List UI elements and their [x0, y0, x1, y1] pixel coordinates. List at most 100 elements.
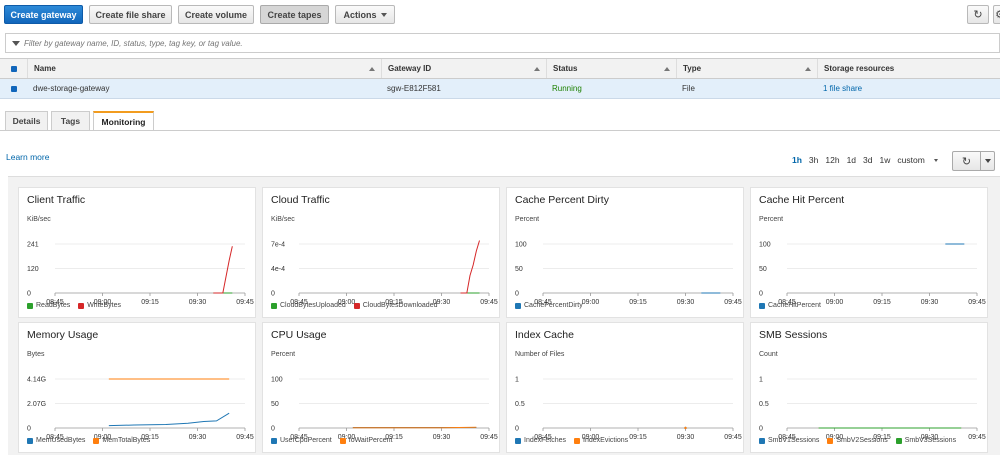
y-tick-label: 2.07G — [27, 401, 46, 408]
legend-label: MemTotalBytes — [102, 437, 151, 444]
refresh-icon[interactable]: ↻ — [953, 152, 981, 170]
column-header-type[interactable]: Type — [676, 59, 817, 78]
y-tick-label: 0.5 — [515, 401, 525, 408]
chart-panel-cache-percent-dirty[interactable]: Cache Percent Dirty Percent 100 50 0 08:45 09:… — [506, 187, 744, 318]
range-3d[interactable]: 3d — [863, 155, 872, 165]
y-tick-label: 50 — [515, 266, 523, 273]
y-axis-unit: Percent — [759, 216, 783, 223]
legend-label: SmbV2Sessions — [836, 437, 888, 444]
range-3h[interactable]: 3h — [809, 155, 818, 165]
legend-item-memtotalbytes[interactable]: MemTotalBytes — [93, 437, 150, 444]
legend-label: UserCpuPercent — [280, 437, 332, 444]
range-1w[interactable]: 1w — [880, 155, 891, 165]
sort-icon — [805, 67, 811, 71]
legend-item-cloudbytesdownloaded[interactable]: CloudBytesDownloaded — [353, 302, 438, 309]
legend-label: WriteBytes — [87, 302, 121, 309]
legend-item-indexevictions[interactable]: IndexEvictions — [574, 437, 628, 444]
legend-swatch — [515, 302, 521, 309]
y-axis-unit: KiB/sec — [27, 216, 51, 223]
chart-legend: SmbV1Sessions SmbV2Sessions SmbV3Sessions — [759, 437, 964, 444]
legend-item-smbv3sessions[interactable]: SmbV3Sessions — [895, 437, 956, 444]
legend-item-iowaitpercent[interactable]: IoWaitPercent — [339, 437, 392, 444]
tab-tags[interactable]: Tags — [51, 111, 90, 130]
column-label: Name — [34, 64, 56, 73]
checkbox-icon — [10, 65, 17, 72]
sort-icon — [664, 67, 670, 71]
refresh-icon[interactable]: ↻ — [967, 5, 989, 24]
legend-item-cloudbytesuploaded[interactable]: CloudBytesUploaded — [271, 302, 346, 309]
chart-panel-cpu-usage[interactable]: CPU Usage Percent 100 50 0 08:45 09:00 09:15 09:… — [262, 322, 500, 453]
y-tick-label: 0 — [271, 291, 275, 298]
column-header-storage-resources[interactable]: Storage resources — [817, 59, 1000, 78]
table-row[interactable]: dwe-storage-gateway sgw-E812F581 Running… — [0, 79, 1000, 99]
y-axis-unit: Percent — [271, 351, 295, 358]
create-volume-button[interactable]: Create volume — [178, 5, 254, 24]
create-gateway-button[interactable]: Create gateway — [4, 5, 83, 24]
create-file-share-button[interactable]: Create file share — [89, 5, 172, 24]
series-memusedbytes — [108, 412, 230, 427]
y-axis-unit: Percent — [515, 216, 539, 223]
chart-svg: Count10.5008:45 09:00 09:15 09:30 09:45 — [759, 351, 986, 441]
x-tick-label: 09:45 — [236, 299, 254, 306]
x-tick-label: 09:45 — [968, 434, 986, 441]
y-tick-label: 0 — [759, 291, 763, 298]
range-12h[interactable]: 12h — [825, 155, 839, 165]
legend-item-readbytes[interactable]: ReadBytes — [27, 302, 70, 309]
y-tick-label: 120 — [27, 266, 39, 273]
y-axis-unit: KiB/sec — [271, 216, 295, 223]
actions-dropdown[interactable]: Actions — [335, 5, 395, 24]
legend-item-smbv2sessions[interactable]: SmbV2Sessions — [827, 437, 888, 444]
chart-svg: Percent10050008:45 09:00 09:15 09:30 09:45 — [759, 216, 986, 306]
chart-panel-client-traffic[interactable]: Client Traffic KiB/sec 241 120 0 08:45 09:00 09… — [18, 187, 256, 318]
row-checkbox[interactable] — [0, 79, 27, 98]
y-tick-label: 50 — [271, 401, 279, 408]
column-header-status[interactable]: Status — [546, 59, 676, 78]
select-all-checkbox[interactable] — [0, 59, 27, 78]
tab-monitoring[interactable]: Monitoring — [93, 111, 154, 131]
x-tick-label: 09:45 — [724, 434, 742, 441]
legend-label: CachePercentDirty — [524, 302, 583, 309]
y-tick-label: 0 — [271, 426, 275, 433]
column-header-name[interactable]: Name — [27, 59, 381, 78]
legend-item-cachepercentdirty[interactable]: CachePercentDirty — [515, 302, 583, 309]
refresh-options-dropdown[interactable] — [981, 152, 994, 170]
sort-icon — [534, 67, 540, 71]
legend-label: CloudBytesDownloaded — [362, 302, 438, 309]
legend-item-writebytes[interactable]: WriteBytes — [78, 302, 121, 309]
legend-label: ReadBytes — [36, 302, 71, 309]
filter-input[interactable] — [24, 38, 624, 48]
y-tick-label: 50 — [759, 266, 767, 273]
legend-item-memusedbytes[interactable]: MemUsedBytes — [27, 437, 85, 444]
filter-icon — [12, 40, 20, 46]
chart-panel-memory-usage[interactable]: Memory Usage Bytes 4.14G 2.07G 0 08:45 09:00 09… — [18, 322, 256, 453]
x-tick-label: 09:30 — [189, 299, 207, 306]
x-tick-label: 09:30 — [433, 434, 451, 441]
y-axis-unit: Bytes — [27, 351, 45, 358]
chart-panel-cloud-traffic[interactable]: Cloud Traffic KiB/sec 7e-4 4e-4 0 08:45 09:00 0… — [262, 187, 500, 318]
series-indexevictions — [684, 426, 687, 430]
tab-details[interactable]: Details — [5, 111, 48, 130]
chart-panel-index-cache[interactable]: Index Cache Number of Files 1 0.5 0 08:45 09:0… — [506, 322, 744, 453]
legend-item-usercpupercent[interactable]: UserCpuPercent — [271, 437, 332, 444]
legend-swatch — [271, 302, 277, 309]
legend-item-indexfetches[interactable]: IndexFetches — [515, 437, 566, 444]
chart-panel-smb-sessions[interactable]: SMB Sessions Count 1 0.5 0 08:45 09:00 09:15 09:… — [750, 322, 988, 453]
legend-label: SmbV1Sessions — [768, 437, 820, 444]
legend-item-cachehitpercent[interactable]: CacheHitPercent — [759, 302, 821, 309]
column-header-gateway-id[interactable]: Gateway ID — [381, 59, 546, 78]
chart-svg: KiB/sec7e-44e-4008:45 09:00 09:15 09:30 09:4… — [271, 216, 498, 306]
learn-more-link[interactable]: Learn more — [6, 152, 49, 162]
gear-icon[interactable]: ⚙ — [993, 5, 1000, 24]
legend-label: IndexFetches — [524, 437, 567, 444]
chevron-down-icon — [380, 12, 387, 17]
range-1d[interactable]: 1d — [847, 155, 856, 165]
x-tick-label: 09:45 — [968, 299, 986, 306]
storage-resources-link[interactable]: 1 file share — [817, 79, 1000, 98]
chevron-down-icon — [984, 159, 991, 163]
range-custom[interactable]: custom — [897, 155, 944, 165]
create-tapes-button[interactable]: Create tapes — [260, 5, 329, 24]
chart-legend: MemUsedBytes MemTotalBytes — [27, 437, 158, 444]
range-1h[interactable]: 1h — [792, 155, 802, 165]
chart-panel-cache-hit-percent[interactable]: Cache Hit Percent Percent 100 50 0 08:45 09:00… — [750, 187, 988, 318]
legend-item-smbv1sessions[interactable]: SmbV1Sessions — [759, 437, 819, 444]
